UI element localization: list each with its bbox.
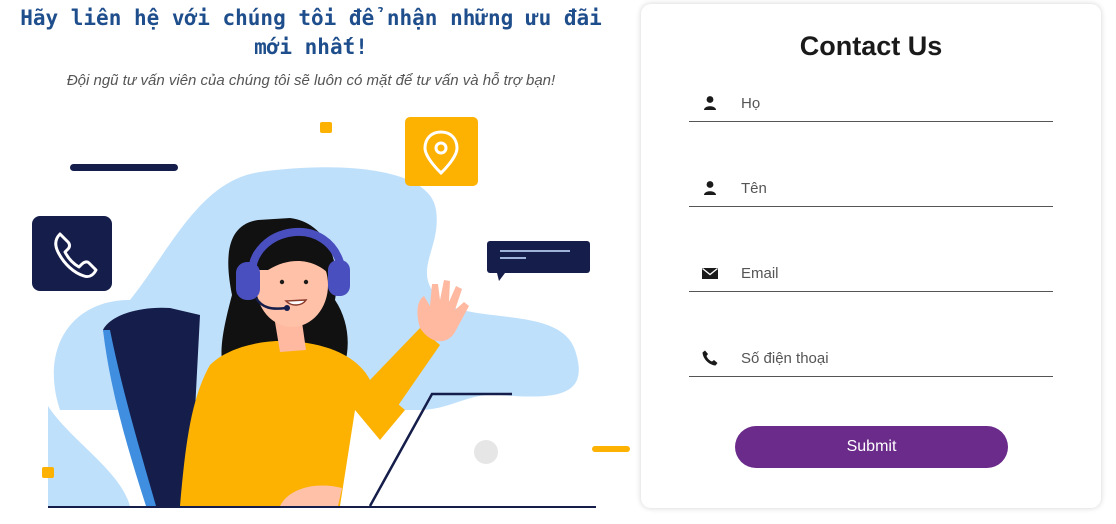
user-icon — [704, 181, 716, 195]
last-name-input[interactable] — [739, 88, 1039, 118]
hero-subtitle: Đội ngũ tư vấn viên của chúng tôi sẽ luô… — [66, 72, 556, 89]
first-name-field — [689, 171, 1053, 207]
envelope-icon — [702, 267, 718, 279]
hero-headline-line2: mới nhất! — [254, 35, 368, 59]
first-name-input[interactable] — [739, 173, 1039, 203]
customer-support-illustration — [32, 117, 630, 508]
hero-headline-line1: Hãy liên hệ với chúng tôi để nhận những … — [20, 6, 602, 30]
location-pin-tile-icon — [405, 117, 478, 186]
user-icon — [704, 96, 716, 110]
decor-square — [320, 122, 332, 133]
phone-input[interactable] — [739, 343, 1039, 373]
contact-page: Hãy liên hệ với chúng tôi để nhận những … — [0, 0, 1116, 524]
hero-headline: Hãy liên hệ với chúng tôi để nhận những … — [0, 4, 622, 62]
decor-dash — [592, 446, 630, 452]
phone-icon — [702, 350, 718, 366]
last-name-field — [689, 86, 1053, 122]
contact-form-card: Contact Us Họ Tên Email Số điện thoại Su… — [641, 4, 1101, 508]
contact-form-title: Contact Us — [799, 31, 943, 61]
hero-section: Hãy liên hệ với chúng tôi để nhận những … — [0, 0, 632, 524]
decor-dot — [474, 440, 498, 464]
chat-bubble-icon — [487, 241, 590, 281]
decor-bar-top — [70, 164, 178, 171]
phone-field — [689, 341, 1053, 377]
submit-button[interactable]: Submit — [735, 426, 1008, 468]
email-input[interactable] — [739, 258, 1039, 288]
decor-square-small — [42, 467, 54, 478]
email-field — [689, 256, 1053, 292]
phone-tile-icon — [32, 216, 112, 291]
